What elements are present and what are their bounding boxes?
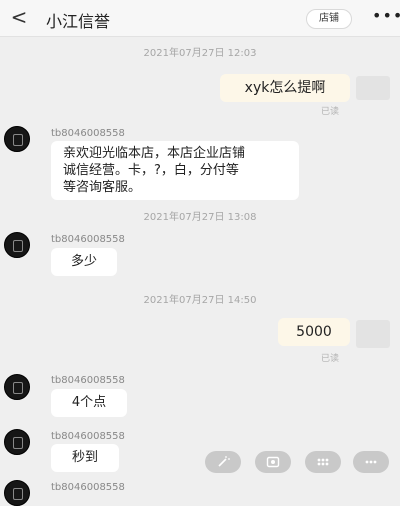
message-line: 诚信经营。卡，?，白，分付等	[63, 163, 239, 178]
more-options-icon[interactable]: •••	[372, 6, 400, 25]
sender-id: tb8046008558	[51, 128, 125, 139]
magic-wand-icon[interactable]	[205, 451, 241, 473]
incoming-message-bubble: 4个点	[51, 389, 127, 417]
outgoing-message-bubble: 5000	[278, 318, 350, 346]
my-avatar	[356, 320, 390, 348]
sender-id: tb8046008558	[51, 375, 125, 386]
chat-title: 小江信誉	[46, 12, 111, 31]
timestamp: 2021年07月27日 14:50	[143, 295, 257, 306]
timestamp: 2021年07月27日 13:08	[143, 212, 257, 223]
read-status: 已读	[321, 107, 340, 117]
more-icon[interactable]	[353, 451, 389, 473]
quick-tools-bar	[205, 451, 395, 473]
message-line: 等咨询客服。	[63, 180, 142, 195]
timestamp: 2021年07月27日 12:03	[143, 48, 257, 59]
photo-icon[interactable]	[255, 451, 291, 473]
my-avatar	[356, 76, 390, 100]
sender-id: tb8046008558	[51, 234, 125, 245]
menu-grid-icon[interactable]	[305, 451, 341, 473]
outgoing-message-bubble: xyk怎么提啊	[220, 74, 350, 102]
avatar[interactable]	[4, 126, 30, 152]
chat-header: < 小江信誉 店铺 •••	[0, 0, 400, 37]
shop-button[interactable]: 店铺	[306, 9, 352, 29]
incoming-message-bubble: 秒到	[51, 444, 119, 472]
avatar[interactable]	[4, 480, 30, 506]
message-line: 亲欢迎光临本店，本店企业店铺	[63, 146, 246, 161]
incoming-message-bubble: 亲欢迎光临本店，本店企业店铺 诚信经营。卡，?，白，分付等 等咨询客服。	[51, 141, 299, 200]
incoming-message-bubble: 多少	[51, 248, 117, 276]
chevron-left-icon[interactable]: <	[10, 5, 28, 29]
sender-id: tb8046008558	[51, 431, 125, 442]
avatar[interactable]	[4, 429, 30, 455]
avatar[interactable]	[4, 232, 30, 258]
avatar[interactable]	[4, 374, 30, 400]
read-status: 已读	[321, 354, 340, 364]
